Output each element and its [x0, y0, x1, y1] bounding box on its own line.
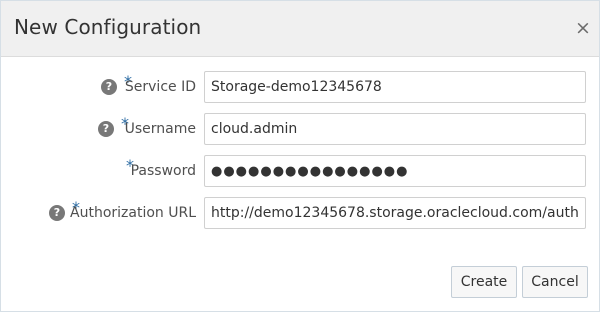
service-id-row: ? * Service ID [1, 71, 599, 103]
password-row: * Password [1, 155, 599, 187]
password-label: Password [130, 163, 196, 179]
username-row: ? * Username [1, 113, 599, 145]
authorization-url-field[interactable] [204, 197, 586, 229]
new-configuration-dialog: New Configuration × ? * Service ID ? * U… [0, 0, 600, 312]
close-icon[interactable]: × [575, 17, 591, 39]
service-id-label: Service ID [124, 79, 196, 95]
username-label: Username [124, 121, 196, 137]
authorization-url-row: ? * Authorization URL [1, 197, 599, 229]
authorization-url-label: Authorization URL [70, 205, 196, 221]
username-help-icon[interactable]: ? [98, 121, 114, 137]
username-field[interactable] [204, 113, 586, 145]
create-button[interactable]: Create [451, 266, 517, 298]
authorization-url-help-icon[interactable]: ? [49, 205, 65, 221]
dialog-header: New Configuration × [1, 1, 599, 57]
cancel-button[interactable]: Cancel [522, 266, 588, 298]
dialog-title: New Configuration [14, 15, 202, 39]
service-id-field[interactable] [204, 71, 586, 103]
service-id-help-icon[interactable]: ? [101, 79, 117, 95]
password-field[interactable] [204, 155, 586, 187]
